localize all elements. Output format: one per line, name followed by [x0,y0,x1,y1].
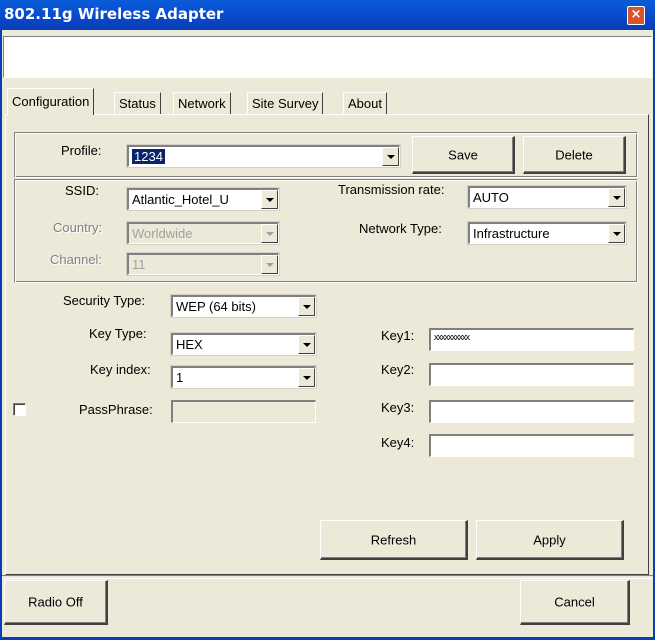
transmission-rate-label: Transmission rate: [338,182,445,197]
chevron-down-icon[interactable] [298,297,315,316]
security-type-label: Security Type: [63,293,146,308]
key1-label: Key1: [381,328,415,343]
window-title: 802.11g Wireless Adapter [4,5,224,23]
ssid-label: SSID: [65,183,99,198]
footer-separator [2,575,653,579]
network-group: SSID: Atlantic_Hotel_U Country: Worldwid… [14,179,638,283]
key4-field[interactable] [429,434,634,457]
banner-area [3,36,652,78]
key-index-combo[interactable]: 1 [170,365,317,389]
tab-status[interactable]: Status [114,92,161,115]
network-type-combo[interactable]: Infrastructure [467,221,627,245]
key2-field[interactable] [429,363,634,386]
refresh-button[interactable]: Refresh [320,520,468,560]
tab-network[interactable]: Network [173,92,231,115]
cancel-button[interactable]: Cancel [520,580,630,625]
country-combo: Worldwide [126,221,280,245]
key-index-label: Key index: [90,362,151,377]
key-type-combo[interactable]: HEX [170,332,317,356]
key1-field[interactable]: xxxxxxxxxx [429,328,634,351]
chevron-down-icon [261,224,278,243]
chevron-down-icon [261,255,278,274]
channel-label: Channel: [50,252,103,267]
tab-site-survey[interactable]: Site Survey [247,92,324,115]
passphrase-checkbox[interactable] [13,403,26,416]
window-border-left [0,30,2,640]
profile-label: Profile: [61,143,102,158]
network-type-value: Infrastructure [473,226,550,241]
ssid-value: Atlantic_Hotel_U [132,192,229,207]
chevron-down-icon[interactable] [298,368,315,387]
chevron-down-icon[interactable] [382,147,399,166]
key-index-value: 1 [176,370,184,385]
profile-combo[interactable]: 1234 [126,144,401,168]
tab-configuration[interactable]: Configuration [7,88,95,115]
transmission-rate-value: AUTO [473,190,509,205]
country-label: Country: [53,220,103,235]
security-type-value: WEP (64 bits) [176,299,256,314]
chevron-down-icon[interactable] [608,188,625,207]
network-type-label: Network Type: [359,221,442,236]
chevron-down-icon[interactable] [261,190,278,209]
tab-about[interactable]: About [343,92,387,115]
close-icon[interactable]: × [627,6,645,25]
transmission-rate-combo[interactable]: AUTO [467,185,627,209]
profile-value: 1234 [132,149,165,164]
key-type-value: HEX [176,337,203,352]
key4-label: Key4: [381,435,415,450]
country-value: Worldwide [132,226,193,241]
chevron-down-icon[interactable] [608,224,625,243]
key-type-label: Key Type: [89,326,147,341]
passphrase-label: PassPhrase: [79,402,153,417]
security-type-combo[interactable]: WEP (64 bits) [170,294,317,318]
key2-label: Key2: [381,362,415,377]
key3-field[interactable] [429,400,634,423]
key3-label: Key3: [381,400,415,415]
title-bar[interactable]: 802.11g Wireless Adapter × [0,0,655,30]
delete-button[interactable]: Delete [523,136,626,174]
profile-group: Profile: 1234 Save Delete [14,132,638,178]
channel-combo: 11 [126,252,280,276]
ssid-combo[interactable]: Atlantic_Hotel_U [126,187,280,211]
save-button[interactable]: Save [412,136,515,174]
apply-button[interactable]: Apply [476,520,624,560]
chevron-down-icon[interactable] [298,335,315,354]
channel-value: 11 [132,257,146,272]
configuration-panel: Profile: 1234 Save Delete SSID: Atlantic… [5,114,649,575]
key1-value: xxxxxxxxxx [434,332,470,342]
passphrase-field [171,400,316,423]
radio-off-button[interactable]: Radio Off [4,580,108,625]
